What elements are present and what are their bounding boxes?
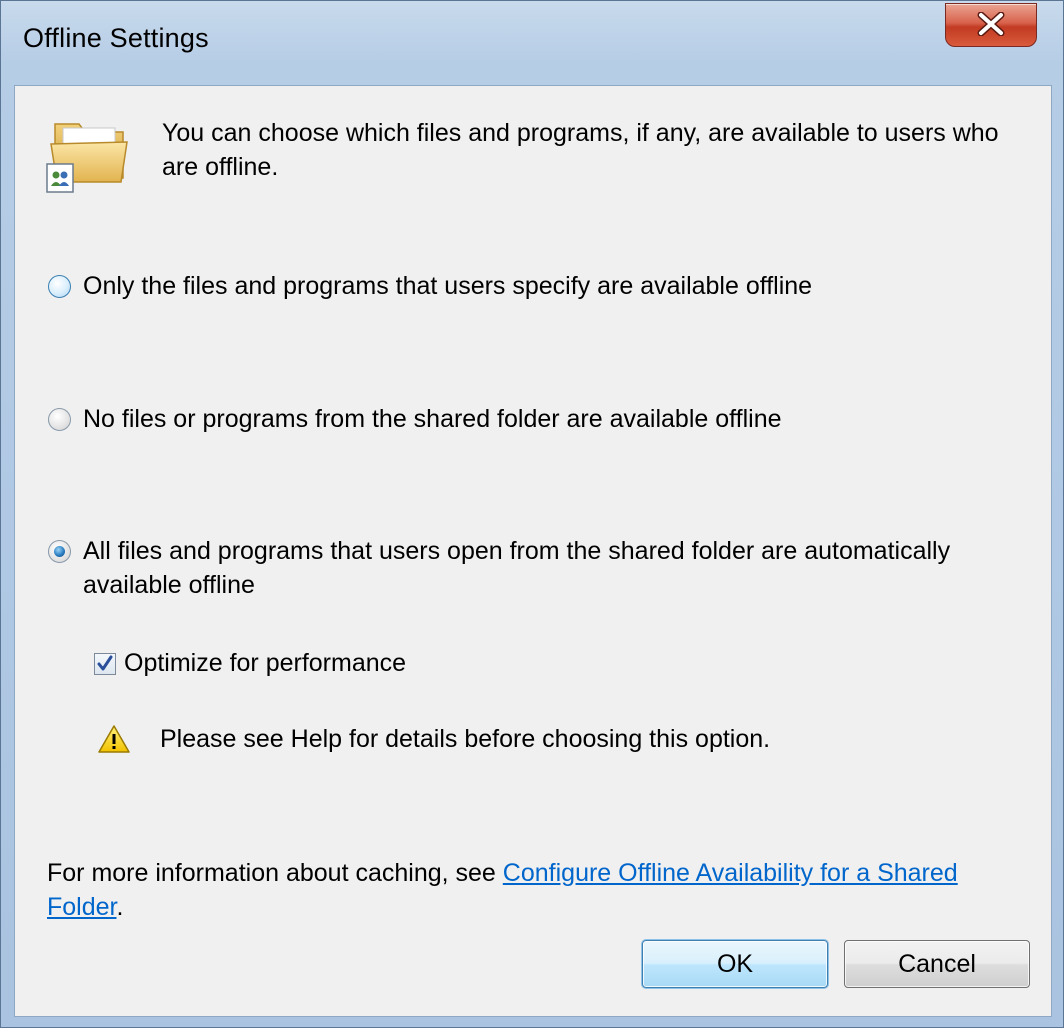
option-all-files[interactable]: All files and programs that users open f… — [48, 534, 1008, 602]
radio-all-files[interactable] — [48, 540, 71, 563]
warning-icon — [98, 725, 130, 753]
radio-no-files[interactable] — [48, 408, 71, 431]
dialog-body: You can choose which files and programs,… — [14, 85, 1052, 1017]
intro-text: You can choose which files and programs,… — [162, 119, 999, 181]
optimize-performance-option[interactable]: Optimize for performance — [94, 649, 406, 678]
optimize-performance-checkbox[interactable] — [94, 652, 116, 675]
radio-user-specified[interactable] — [48, 275, 71, 298]
dialog-title: Offline Settings — [23, 23, 209, 53]
cancel-button[interactable]: Cancel — [844, 940, 1030, 988]
offline-settings-dialog: Offline Settings You can choose which fi… — [0, 0, 1064, 1028]
optimize-performance-label[interactable]: Optimize for performance — [124, 649, 406, 678]
option-no-files[interactable]: No files or programs from the shared fol… — [48, 402, 782, 436]
ok-button[interactable]: OK — [642, 940, 828, 988]
option-label[interactable]: No files or programs from the shared fol… — [83, 402, 782, 436]
option-user-specified[interactable]: Only the files and programs that users s… — [48, 269, 812, 303]
caching-info: For more information about caching, see … — [47, 856, 1037, 924]
option-label[interactable]: All files and programs that users open f… — [83, 534, 1008, 602]
warning-message: Please see Help for details before choos… — [97, 724, 770, 754]
option-label[interactable]: Only the files and programs that users s… — [83, 269, 812, 303]
caching-info-suffix: . — [116, 893, 124, 921]
title-bar[interactable]: Offline Settings — [1, 1, 1063, 83]
checkmark-icon — [97, 655, 113, 670]
caching-info-prefix: For more information about caching, see — [47, 859, 503, 887]
close-button[interactable] — [945, 3, 1037, 47]
shared-folder-icon — [46, 123, 128, 193]
warning-text: Please see Help for details before choos… — [160, 724, 771, 753]
close-icon — [977, 12, 1005, 36]
